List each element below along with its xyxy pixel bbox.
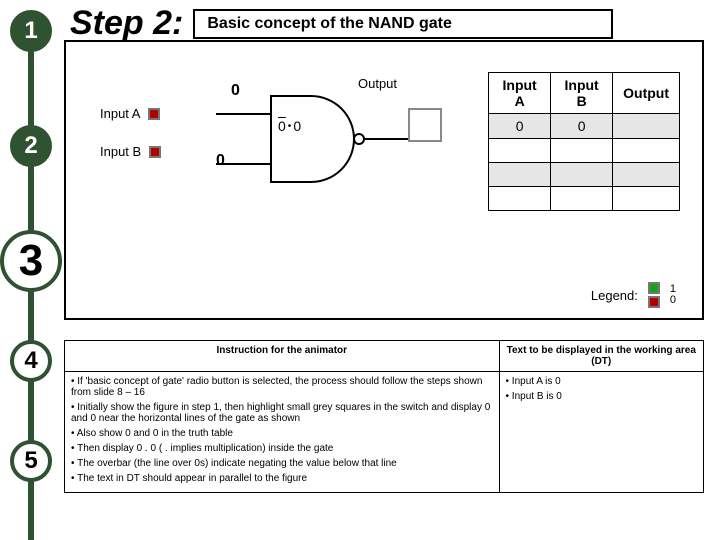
cell — [613, 187, 680, 211]
list-item: The overbar (the line over 0s) indicate … — [71, 458, 493, 469]
cell: 0 — [489, 114, 551, 139]
expr-right: 0 — [293, 118, 301, 134]
timeline-node-label: 2 — [24, 132, 37, 160]
th-input-a: Input A — [489, 73, 551, 114]
cell — [551, 187, 613, 211]
cell — [489, 187, 551, 211]
input-a-label: Input A — [100, 106, 140, 121]
th-input-b: Input B — [551, 73, 613, 114]
input-a-row: Input A — [100, 106, 160, 121]
timeline-node-1: 1 — [10, 10, 52, 52]
legend-label: Legend: — [591, 288, 638, 303]
list-item: Input B is 0 — [506, 391, 697, 402]
step-title: Basic concept of the NAND gate — [193, 9, 613, 39]
gate-expression: 0 • 0 — [278, 118, 301, 134]
cell — [613, 163, 680, 187]
cell — [551, 139, 613, 163]
list-item: The text in DT should appear in parallel… — [71, 473, 493, 484]
legend-values: 1 0 — [670, 284, 676, 306]
led-off-icon — [648, 296, 660, 308]
list-item: Input A is 0 — [506, 376, 697, 387]
timeline-node-label: 1 — [24, 17, 37, 45]
legend-leds — [648, 282, 660, 308]
table-row: 0 0 — [489, 114, 680, 139]
legend: Legend: 1 0 — [591, 282, 676, 308]
timeline-node-3: 3 — [0, 230, 62, 292]
cell — [489, 163, 551, 187]
table-row — [489, 139, 680, 163]
led-on-icon — [648, 282, 660, 294]
cell — [551, 163, 613, 187]
figure-panel: Input A Input B 0 0 0 • 0 Output Input A… — [64, 40, 704, 320]
cell — [489, 139, 551, 163]
inst-col2-header: Text to be displayed in the working area… — [499, 341, 703, 372]
input-a-led-icon — [148, 108, 160, 120]
inst-animator-cell: If 'basic concept of gate' radio button … — [65, 372, 500, 493]
expr-left: 0 — [278, 118, 286, 134]
list-item: If 'basic concept of gate' radio button … — [71, 376, 493, 398]
step-number: Step 2: — [70, 4, 183, 43]
table-row — [489, 163, 680, 187]
table-header-row: Input A Input B Output — [489, 73, 680, 114]
dot-icon: • — [288, 121, 292, 132]
input-b-label: Input B — [100, 144, 141, 159]
timeline-node-5: 5 — [10, 440, 52, 482]
input-b-row: Input B — [100, 144, 161, 159]
output-box — [408, 108, 442, 142]
cell — [613, 139, 680, 163]
list-item: Initially show the figure in step 1, the… — [71, 402, 493, 424]
cell — [613, 114, 680, 139]
output-label: Output — [358, 76, 397, 91]
inst-header-row: Instruction for the animator Text to be … — [65, 341, 704, 372]
timeline-node-label: 3 — [19, 236, 43, 286]
list-item: Also show 0 and 0 in the truth table — [71, 428, 493, 439]
input-b-led-icon — [149, 146, 161, 158]
list-item: Then display 0 . 0 ( . implies multiplic… — [71, 443, 493, 454]
inst-dt-cell: Input A is 0 Input B is 0 — [499, 372, 703, 493]
step-header: Step 2: Basic concept of the NAND gate — [70, 4, 613, 43]
timeline-node-label: 4 — [24, 347, 37, 375]
timeline-node-4: 4 — [10, 340, 52, 382]
timeline-node-2: 2 — [10, 125, 52, 167]
inst-col1-header: Instruction for the animator — [65, 341, 500, 372]
inst-body-row: If 'basic concept of gate' radio button … — [65, 372, 704, 493]
cell: 0 — [551, 114, 613, 139]
legend-low: 0 — [670, 295, 676, 306]
timeline-node-label: 5 — [24, 447, 37, 475]
th-output: Output — [613, 73, 680, 114]
truth-table: Input A Input B Output 0 0 — [488, 72, 680, 211]
instruction-table: Instruction for the animator Text to be … — [64, 340, 704, 493]
table-row — [489, 187, 680, 211]
